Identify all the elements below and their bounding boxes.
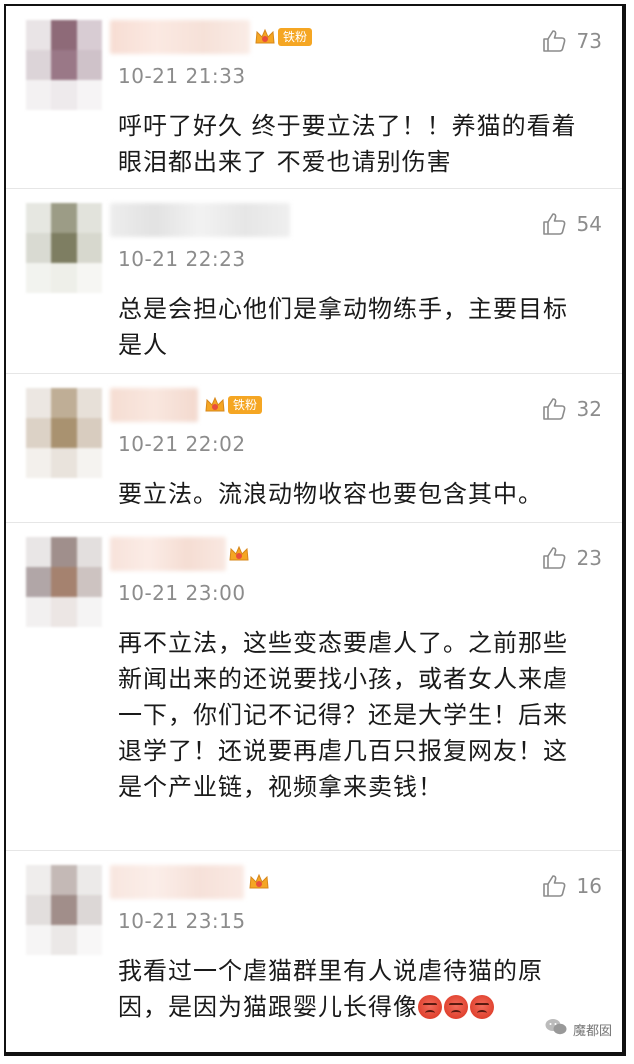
comment-item: 23 10-21 23:00 再不立法，这些变态要虐人了。之前那些新闻出来的还说…: [6, 523, 622, 851]
comment-item: 54 10-21 22:23 总是会担心他们是拿动物练手，主要目标是人: [6, 189, 622, 374]
comment-text: 要立法。流浪动物收容也要包含其中。: [118, 480, 543, 508]
avatar[interactable]: [26, 20, 102, 110]
avatar[interactable]: [26, 537, 102, 627]
fan-badge: [228, 543, 250, 565]
like-button[interactable]: 23: [541, 545, 602, 571]
comment-text: 总是会担心他们是拿动物练手，主要目标是人: [118, 295, 568, 359]
fan-badge: 铁粉: [204, 394, 263, 416]
comment-time: 10-21 22:02: [118, 432, 246, 456]
like-count: 73: [576, 29, 602, 53]
like-count: 32: [576, 397, 602, 421]
like-button[interactable]: 73: [541, 28, 602, 54]
thumbs-up-icon: [541, 396, 567, 422]
comment-text: 呼吁了好久 终于要立法了！！养猫的看着眼泪都出来了 不爱也请别伤害: [118, 112, 577, 176]
avatar[interactable]: [26, 388, 102, 478]
username-blurred[interactable]: [110, 20, 250, 54]
username-blurred[interactable]: [110, 388, 198, 422]
avatar[interactable]: [26, 203, 102, 293]
angry-face-icon: [470, 995, 494, 1019]
wechat-icon: [545, 1018, 567, 1040]
thumbs-up-icon: [541, 545, 567, 571]
thumbs-up-icon: [541, 28, 567, 54]
like-count: 54: [576, 212, 602, 236]
comment-time: 10-21 23:15: [118, 909, 246, 933]
badge-label: 铁粉: [228, 396, 263, 414]
watermark-text: 魔都囡: [572, 1023, 612, 1039]
crown-icon: [254, 27, 276, 47]
comment-time: 10-21 21:33: [118, 64, 246, 88]
like-count: 16: [576, 874, 602, 898]
avatar[interactable]: [26, 865, 102, 955]
comment-list-screenshot: 铁粉 73 10-21 21:33 呼吁了好久 终于要立法了！！养猫的看着眼泪都…: [4, 4, 626, 1056]
comment-text-wrap: 我看过一个虐猫群里有人说虐待猫的原因，是因为猫跟婴儿长得像: [118, 953, 592, 1025]
watermark: 魔都囡: [545, 1018, 612, 1040]
comment-item: 16 10-21 23:15 我看过一个虐猫群里有人说虐待猫的原因，是因为猫跟婴…: [6, 851, 622, 1052]
comment-time: 10-21 22:23: [118, 247, 246, 271]
crown-icon: [248, 872, 270, 892]
username-blurred[interactable]: [110, 537, 226, 571]
username-blurred[interactable]: [110, 865, 244, 899]
crown-icon: [228, 544, 250, 564]
thumbs-up-icon: [541, 211, 567, 237]
badge-label: 铁粉: [278, 28, 313, 46]
like-count: 23: [576, 546, 602, 570]
comment-item: 铁粉 32 10-21 22:02 要立法。流浪动物收容也要包含其中。: [6, 374, 622, 523]
fan-badge: 铁粉: [254, 26, 313, 48]
username-blurred[interactable]: [110, 203, 290, 237]
comment-time: 10-21 23:00: [118, 581, 246, 605]
angry-face-icon: [444, 995, 468, 1019]
angry-face-icon: [418, 995, 442, 1019]
comment-text: 再不立法，这些变态要虐人了。之前那些新闻出来的还说要找小孩，或者女人来虐一下，你…: [118, 629, 568, 801]
thumbs-up-icon: [541, 873, 567, 899]
like-button[interactable]: 16: [541, 873, 602, 899]
crown-icon: [204, 395, 226, 415]
like-button[interactable]: 54: [541, 211, 602, 237]
like-button[interactable]: 32: [541, 396, 602, 422]
comment-item: 铁粉 73 10-21 21:33 呼吁了好久 终于要立法了！！养猫的看着眼泪都…: [6, 6, 622, 189]
fan-badge: [248, 871, 270, 893]
